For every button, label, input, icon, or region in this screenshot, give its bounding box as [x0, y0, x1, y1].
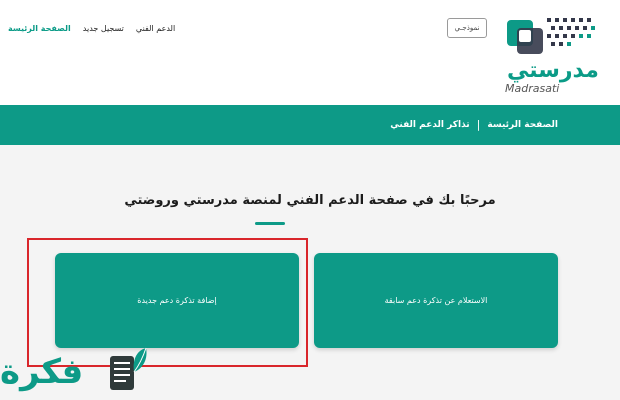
add-ticket-label: إضافة تذكرة دعم جديدة — [137, 296, 217, 305]
nav-tech-support-link[interactable]: الدعم الفني — [136, 24, 175, 33]
top-header: الصفحة الرئيسة تسجيل جديد الدعم الفني نم… — [0, 0, 620, 105]
logo-dots-icon — [547, 18, 595, 46]
logo-brand-text: مدرستي — [507, 58, 599, 83]
breadcrumb-home-link[interactable]: الصفحة الرئيسة — [487, 120, 558, 130]
breadcrumb-current: تذاكر الدعم الفني — [390, 119, 470, 130]
inquiry-ticket-button[interactable]: الاستعلام عن تذكرة دعم سابقة — [314, 253, 558, 348]
logo-mark-icon — [507, 20, 543, 54]
madrasati-logo[interactable]: مدرستي Madrasati — [495, 14, 605, 95]
nav-new-registration-link[interactable]: تسجيل جديد — [83, 24, 124, 33]
page-title: مرحبًا بك في صفحة الدعم الفني لمنصة مدرس… — [124, 193, 496, 208]
watermark-text: فكرة — [0, 352, 84, 392]
add-ticket-button[interactable]: إضافة تذكرة دعم جديدة — [55, 253, 299, 348]
breadcrumb: الصفحة الرئيسة | تذاكر الدعم الفني — [390, 118, 558, 131]
nav-home-link[interactable]: الصفحة الرئيسة — [8, 24, 71, 33]
model-badge: نموذجـي — [447, 18, 487, 38]
header-nav: الصفحة الرئيسة تسجيل جديد الدعم الفني — [8, 24, 175, 33]
breadcrumb-bar: الصفحة الرئيسة | تذاكر الدعم الفني — [0, 105, 620, 145]
notebook-leaf-icon — [110, 347, 147, 390]
inquiry-ticket-label: الاستعلام عن تذكرة دعم سابقة — [384, 296, 488, 305]
breadcrumb-separator: | — [476, 118, 481, 131]
title-underline — [255, 222, 285, 225]
watermark: فكرة — [0, 340, 160, 400]
logo-latin-text: Madrasati — [505, 82, 560, 95]
